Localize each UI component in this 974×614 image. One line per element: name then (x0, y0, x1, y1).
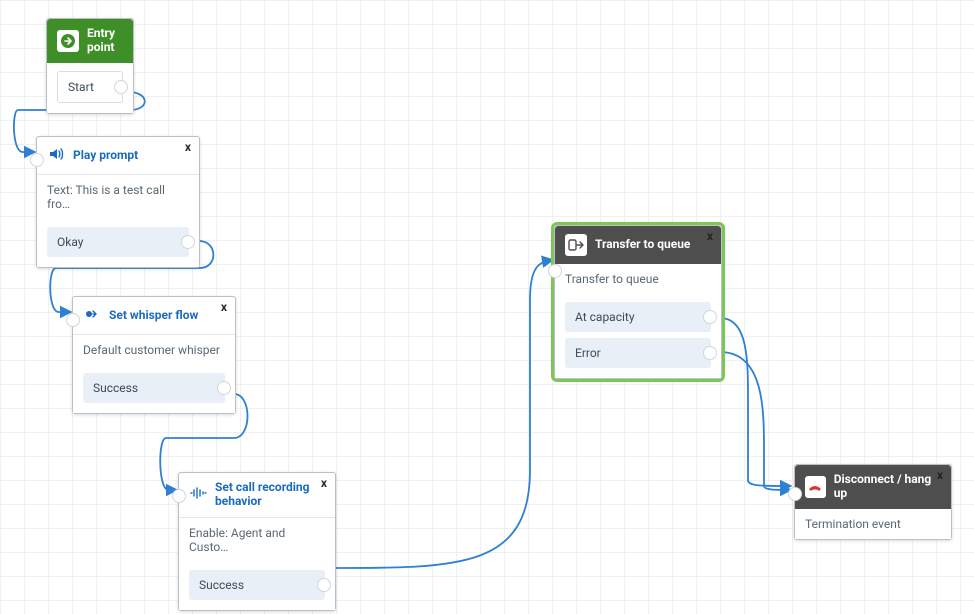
node-entry-point[interactable]: Entry point Start (46, 18, 134, 114)
node-header[interactable]: Transfer to queue (555, 226, 721, 264)
output-label: Success (199, 578, 244, 592)
output-error[interactable]: Error (565, 338, 711, 368)
node-title: Set call recording behavior (215, 481, 325, 509)
node-subtitle: Termination event (795, 509, 951, 539)
output-success[interactable]: Success (189, 570, 325, 600)
output-label: Error (575, 346, 601, 360)
node-subtitle: Enable: Agent and Custo… (179, 518, 335, 562)
input-port[interactable] (30, 153, 44, 167)
output-port[interactable] (703, 346, 717, 360)
output-port[interactable] (114, 80, 128, 94)
node-subtitle: Text: This is a test call fro… (37, 175, 199, 219)
flow-canvas[interactable]: Entry point Start x Play prompt Text: Th… (0, 0, 974, 614)
output-port[interactable] (217, 381, 231, 395)
close-icon[interactable]: x (321, 477, 327, 489)
input-port[interactable] (548, 264, 562, 278)
waveform-icon (189, 484, 207, 505)
output-label: At capacity (575, 310, 635, 324)
close-icon[interactable]: x (221, 301, 227, 313)
arrow-right-circle-icon (57, 30, 79, 52)
output-label: Start (68, 80, 94, 94)
whisper-icon (83, 305, 101, 326)
phone-hangup-icon (805, 476, 826, 498)
output-success[interactable]: Success (83, 373, 225, 403)
node-title: Transfer to queue (595, 238, 690, 252)
close-icon[interactable]: x (707, 230, 713, 242)
node-subtitle: Transfer to queue (555, 264, 721, 294)
output-port[interactable] (181, 235, 195, 249)
node-transfer-to-queue[interactable]: x Transfer to queue Transfer to queue At… (554, 225, 722, 379)
output-at-capacity[interactable]: At capacity (565, 302, 711, 332)
output-port[interactable] (703, 310, 717, 324)
node-header[interactable]: Disconnect / hang up (795, 465, 951, 509)
output-label: Success (93, 381, 138, 395)
output-port[interactable] (317, 578, 331, 592)
node-disconnect[interactable]: x Disconnect / hang up Termination event (794, 464, 952, 540)
node-header[interactable]: Set whisper flow (73, 297, 235, 335)
queue-transfer-icon (565, 234, 587, 256)
node-set-whisper-flow[interactable]: x Set whisper flow Default customer whis… (72, 296, 236, 414)
input-port[interactable] (788, 487, 802, 501)
node-header[interactable]: Set call recording behavior (179, 473, 335, 518)
node-title: Set whisper flow (109, 309, 198, 323)
close-icon[interactable]: x (937, 469, 943, 481)
output-start[interactable]: Start (57, 71, 123, 103)
output-okay[interactable]: Okay (47, 227, 189, 257)
output-label: Okay (57, 235, 83, 249)
node-title: Entry point (87, 27, 115, 55)
close-icon[interactable]: x (185, 141, 191, 153)
input-port[interactable] (172, 489, 186, 503)
node-header[interactable]: Entry point (47, 19, 133, 63)
node-header[interactable]: Play prompt (37, 137, 199, 175)
node-play-prompt[interactable]: x Play prompt Text: This is a test call … (36, 136, 200, 268)
input-port[interactable] (66, 313, 80, 327)
speaker-icon (47, 145, 65, 166)
node-title: Play prompt (73, 149, 138, 163)
node-set-call-recording[interactable]: x Set call recording behavior Enable: Ag… (178, 472, 336, 611)
node-title: Disconnect / hang up (834, 473, 941, 501)
node-subtitle: Default customer whisper (73, 335, 235, 365)
